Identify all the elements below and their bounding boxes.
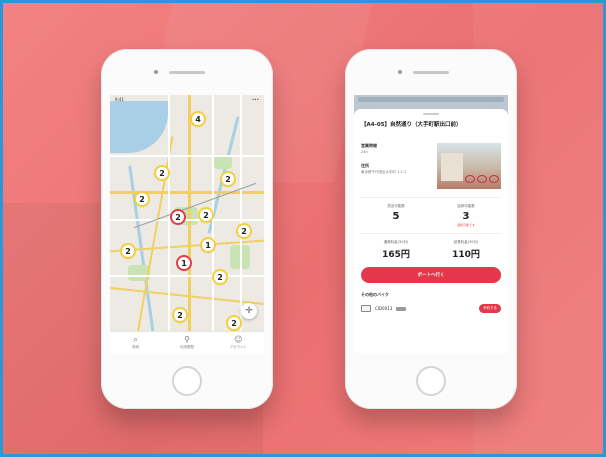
bike-cluster[interactable]: 2 xyxy=(156,167,168,179)
phone-map: 9:41 ••• 2 4 2 2 2 2 2 1 2 1 2 2 2 ✛ ⌕ 検… xyxy=(101,49,273,409)
availability-stats: 貸出可能数 5 返却可能数 3 返却可能です xyxy=(361,204,501,227)
speaker-grille xyxy=(413,71,449,74)
battery-icon xyxy=(396,306,407,311)
price-stats: 通常料金(30分) 165円 延長料金(30分) 110円 xyxy=(361,240,501,260)
home-button[interactable] xyxy=(416,366,446,396)
bike-cluster[interactable]: 2 xyxy=(174,309,186,321)
camera-icon xyxy=(398,70,402,74)
bike-cluster[interactable]: 1 xyxy=(202,239,214,251)
home-button[interactable] xyxy=(172,366,202,396)
address-block: 住所 東京都千代田区大手町 1-1-2 xyxy=(361,163,407,174)
port-title: 【A4-05】自然通り（大手町駅出口前） xyxy=(361,122,462,128)
map-view[interactable]: 9:41 ••• 2 4 2 2 2 2 2 1 2 1 2 2 2 ✛ xyxy=(110,95,264,331)
street xyxy=(110,275,264,277)
bike-cluster[interactable]: 2 xyxy=(214,271,226,283)
bike-cluster[interactable]: 2 xyxy=(200,209,212,221)
tab-history[interactable]: ⚲ 利用履歴 xyxy=(161,332,212,353)
status-bar: 9:41 ••• xyxy=(110,95,264,104)
map-peek-bar xyxy=(358,97,504,102)
promo-background: 9:41 ••• 2 4 2 2 2 2 2 1 2 1 2 2 2 ✛ ⌕ 検… xyxy=(0,0,606,457)
map-screen: 9:41 ••• 2 4 2 2 2 2 2 1 2 1 2 2 2 ✛ ⌕ 検… xyxy=(110,95,264,353)
bay-water xyxy=(110,101,168,153)
bike-cluster[interactable]: 2 xyxy=(238,225,250,237)
tab-bar: ⌕ 検索 ⚲ 利用履歴 ☺ アカウント xyxy=(110,331,264,353)
status-time: 9:41 xyxy=(115,97,124,102)
status-indicators: ••• xyxy=(251,97,259,102)
bike-cluster[interactable]: 2 xyxy=(222,173,234,185)
crosshair-icon[interactable]: ✛ xyxy=(241,303,257,319)
port-photo xyxy=(437,143,501,189)
sheet-handle[interactable] xyxy=(423,113,439,115)
bike-cluster[interactable]: 2 xyxy=(228,317,240,329)
street xyxy=(212,95,214,331)
tab-account[interactable]: ☺ アカウント xyxy=(213,332,264,353)
hours-block: 営業時間 24h xyxy=(361,143,377,154)
bike-list-item[interactable]: CID0013 予約する xyxy=(361,304,501,313)
detail-screen: 【A4-05】自然通り（大手町駅出口前） 営業時間 24h 住所 東京都千代田区… xyxy=(354,95,508,353)
bike-card-icon xyxy=(361,305,371,312)
bike-shape xyxy=(465,175,475,183)
camera-icon xyxy=(154,70,158,74)
tab-search[interactable]: ⌕ 検索 xyxy=(110,332,161,353)
reserve-button[interactable]: 予約する xyxy=(479,304,501,313)
park-area xyxy=(214,155,232,169)
go-to-port-button[interactable]: ポートへ行く xyxy=(361,267,501,283)
bike-cluster[interactable]: 2 xyxy=(136,193,148,205)
street xyxy=(240,95,242,331)
divider xyxy=(361,197,501,198)
returnable-count: 返却可能数 3 返却可能です xyxy=(456,204,475,227)
port-info: 営業時間 24h 住所 東京都千代田区大手町 1-1-2 xyxy=(361,143,501,191)
bike-cluster[interactable]: 2 xyxy=(172,211,184,223)
bike-cluster[interactable]: 1 xyxy=(178,257,190,269)
building-shape xyxy=(441,153,463,181)
other-bikes-title: その他のバイク xyxy=(361,292,389,297)
user-icon: ☺ xyxy=(234,334,243,344)
search-icon: ⌕ xyxy=(133,334,138,344)
phone-detail: 【A4-05】自然通り（大手町駅出口前） 営業時間 24h 住所 東京都千代田区… xyxy=(345,49,517,409)
speaker-grille xyxy=(169,71,205,74)
port-detail-sheet: 【A4-05】自然通り（大手町駅出口前） 営業時間 24h 住所 東京都千代田区… xyxy=(354,109,508,353)
bike-icon: ⚲ xyxy=(184,334,190,344)
bike-shape xyxy=(477,175,487,183)
extension-price: 延長料金(30分) 110円 xyxy=(452,240,480,260)
base-price: 通常料金(30分) 165円 xyxy=(382,240,410,260)
bike-cluster[interactable]: 4 xyxy=(192,113,204,125)
divider xyxy=(361,233,501,234)
rentable-count: 貸出可能数 5 xyxy=(387,204,405,222)
bike-cluster[interactable]: 2 xyxy=(122,245,134,257)
bike-shape xyxy=(489,175,499,183)
